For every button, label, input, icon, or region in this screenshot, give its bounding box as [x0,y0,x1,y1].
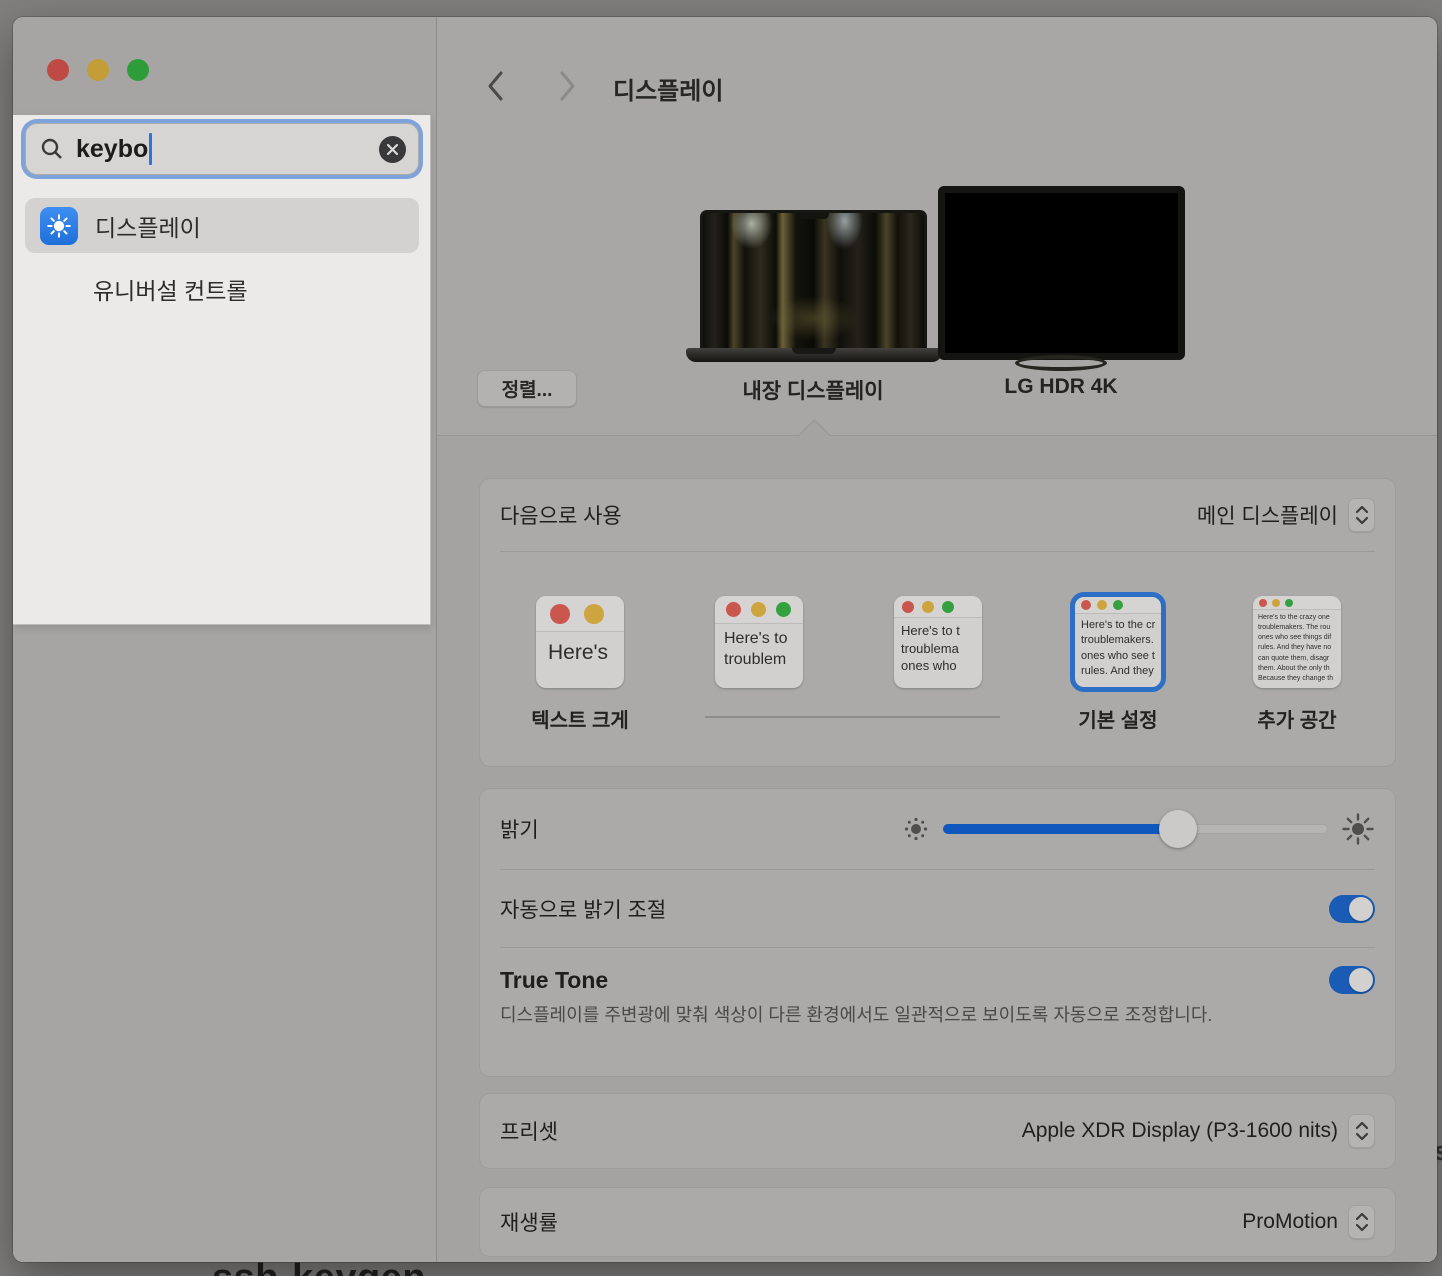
chevron-up-icon [1355,1121,1369,1130]
preset-label: 프리셋 [500,1116,558,1146]
laptop-base [686,348,942,362]
text-cursor [149,133,152,165]
brightness-dim-icon [902,815,930,843]
settings-section: 다음으로 사용 메인 디스플레이 Here's Here's [437,435,1437,1262]
brightness-slider[interactable] [943,810,1328,848]
refresh-rate-label: 재생률 [500,1207,558,1237]
use-as-row: 다음으로 사용 메인 디스플레이 [480,479,1395,551]
brightness-label: 밝기 [500,814,539,844]
default-label: 기본 설정 [1038,704,1198,733]
external-display-preview[interactable] [938,186,1185,360]
refresh-rate-value: ProMotion [1242,1210,1338,1234]
laptop-notch [799,213,829,219]
back-button[interactable] [477,67,513,105]
brightness-row: 밝기 [480,789,1395,869]
chevron-down-icon [1355,1132,1369,1141]
display-brightness-icon [40,207,78,245]
zoom-button[interactable] [127,59,149,81]
use-as-label: 다음으로 사용 [500,500,622,530]
use-as-dropdown[interactable] [1348,498,1375,532]
preset-row: 프리셋 Apple XDR Display (P3-1600 nits) [480,1094,1395,1168]
arrange-displays-button[interactable]: 정렬... [477,370,577,407]
close-button[interactable] [47,59,69,81]
true-tone-description: 디스플레이를 주변광에 맞춰 색상이 다른 환경에서도 일관적으로 보이도록 자… [500,1002,1240,1029]
refresh-rate-dropdown[interactable] [1348,1205,1375,1239]
slider-fill [943,824,1178,834]
selected-display-caret [798,419,831,452]
preset-card: 프리셋 Apple XDR Display (P3-1600 nits) [480,1094,1395,1168]
chevron-up-icon [1355,1212,1369,1221]
chevron-down-icon [1355,1223,1369,1232]
system-settings-window: keybo [13,17,1437,1262]
resolution-card: 다음으로 사용 메인 디스플레이 Here's Here's [480,479,1395,766]
use-as-value: 메인 디스플레이 [1197,500,1338,530]
builtin-display-label: 내장 디스플레이 [693,375,933,405]
header: 디스플레이 [437,17,1437,117]
scaling-option-default[interactable]: Here's to the crtroublemakers.ones who s… [1074,596,1162,688]
scaling-option-2[interactable]: Here's totroublem [715,596,803,688]
scaling-option-more-space[interactable]: Here's to the crazy onetroublemakers. Th… [1253,596,1341,688]
brightness-card: 밝기 [480,789,1395,1076]
refresh-rate-row: 재생률 ProMotion [480,1188,1395,1256]
search-result-label: 디스플레이 [95,209,201,243]
true-tone-row: True Tone 디스플레이를 주변광에 맞춰 색상이 다른 환경에서도 일관… [480,948,1395,1029]
search-input[interactable]: keybo [25,123,419,175]
slider-thumb[interactable] [1159,810,1197,848]
builtin-display-preview[interactable] [700,210,927,348]
auto-brightness-row: 자동으로 밝기 조절 [480,870,1395,947]
auto-brightness-toggle[interactable] [1329,895,1375,923]
minimize-button[interactable] [87,59,109,81]
monitor-stand [1015,355,1107,371]
search-result-displays[interactable]: 디스플레이 [25,198,419,253]
brightness-full-icon [1341,812,1375,846]
clear-search-button[interactable] [379,136,406,163]
scaling-option-larger-text[interactable]: Here's [536,596,624,688]
more-space-label: 추가 공간 [1217,704,1377,733]
preset-dropdown[interactable] [1348,1114,1375,1148]
true-tone-label: True Tone [500,967,608,994]
search-query-text: keybo [76,135,148,164]
window-controls [47,59,149,81]
chevron-left-icon [487,71,504,101]
search-result-label: 유니버설 컨트롤 [93,272,248,306]
scaling-divider-line [705,716,1000,718]
chevron-right-icon [559,71,576,101]
external-display-label: LG HDR 4K [941,375,1181,399]
page-title: 디스플레이 [613,71,723,106]
chevron-down-icon [1355,516,1369,525]
sidebar: keybo [13,17,437,1262]
preset-value: Apple XDR Display (P3-1600 nits) [1022,1119,1338,1143]
chevron-up-icon [1355,505,1369,514]
scaling-option-3[interactable]: Here's to ttroublemaones who [894,596,982,688]
scaling-options: Here's Here's totroublem Here's to ttrou… [480,552,1395,766]
display-settings-pane: 디스플레이 정렬... 내장 디스플레이 LG HDR 4K 다음으로 사용 메… [437,17,1437,1262]
larger-text-label: 텍스트 크게 [500,704,660,733]
clear-x-icon [386,143,399,156]
refresh-rate-card: 재생률 ProMotion [480,1188,1395,1256]
forward-button[interactable] [549,67,585,105]
search-result-universal-control[interactable]: 유니버설 컨트롤 [25,261,419,316]
true-tone-toggle[interactable] [1329,966,1375,994]
search-icon [40,137,64,161]
auto-brightness-label: 자동으로 밝기 조절 [500,894,666,924]
search-results-panel: keybo [13,115,431,625]
